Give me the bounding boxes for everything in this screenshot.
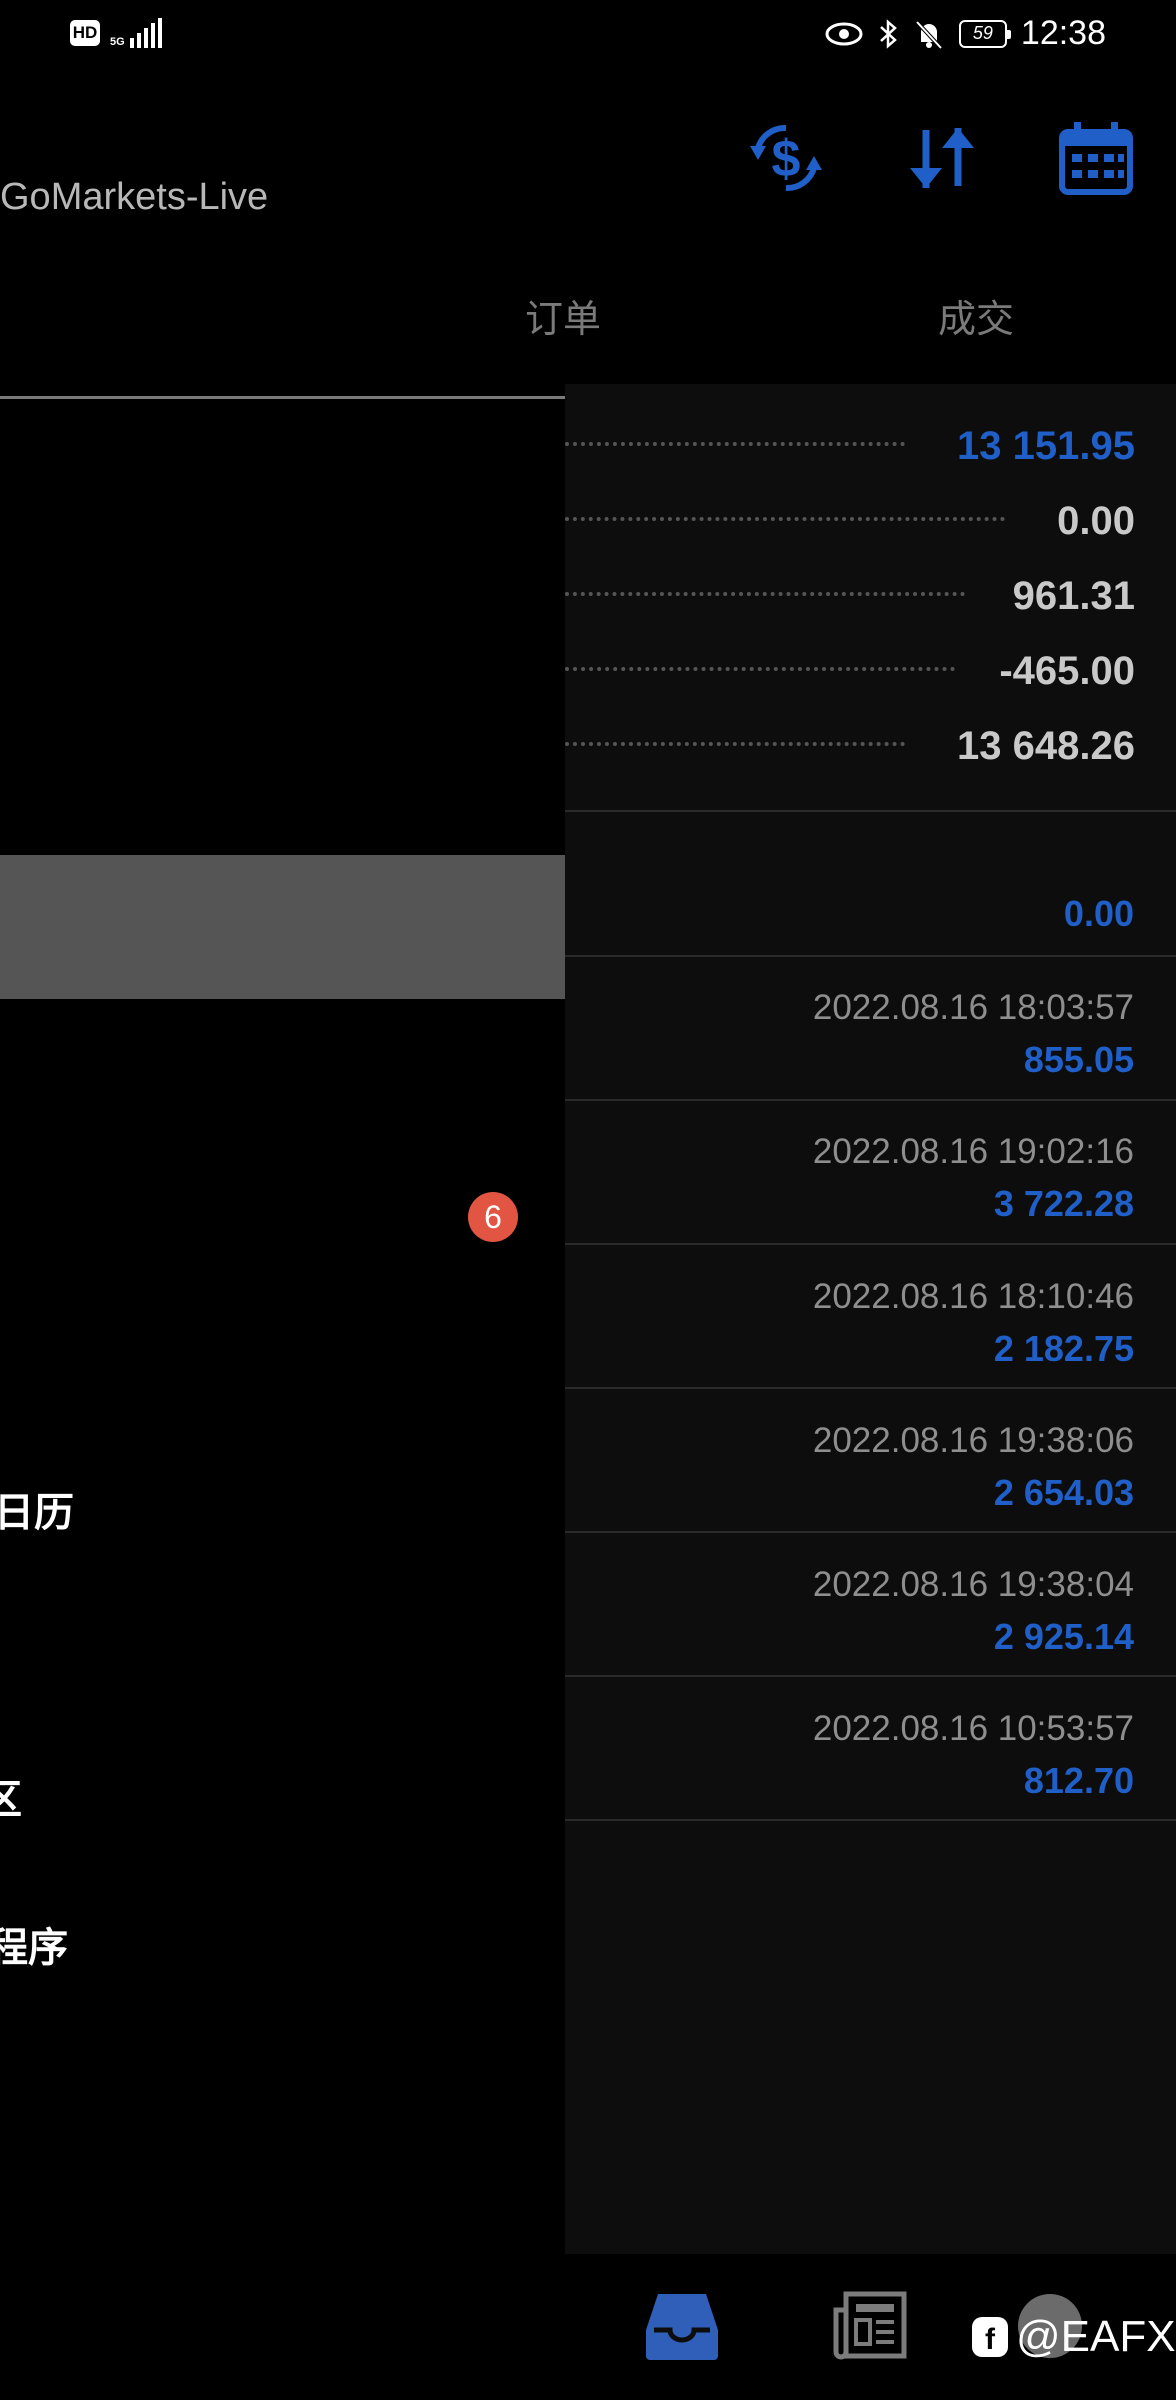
hd-indicator: HD — [70, 20, 100, 46]
douyin-logo-icon: f — [972, 2317, 1008, 2357]
sort-icon[interactable] — [902, 118, 982, 198]
calendar-icon[interactable] — [1056, 118, 1136, 198]
inbox-icon[interactable] — [644, 2290, 720, 2362]
signal-icon: 5G — [110, 18, 162, 48]
drawer-item-calendar[interactable]: 日历 — [0, 1480, 74, 1538]
clock: 12:38 — [1020, 14, 1106, 52]
deal-amount: 812.70 — [1023, 1760, 1134, 1801]
drawer-divider — [0, 396, 565, 399]
balance-value: 0.00 — [1063, 893, 1134, 934]
svg-text:f: f — [985, 2323, 996, 2356]
watermark: f @EAFX — [970, 2294, 1176, 2362]
status-bar-right: 59 12:38 — [825, 14, 1106, 53]
account-title: GoMarkets-Live — [0, 176, 269, 218]
summary-row: -465.00 — [565, 649, 1135, 699]
drawer-item-selected[interactable] — [0, 855, 565, 999]
tab-deals[interactable]: 成交 — [938, 288, 1014, 343]
summary-row: 961.31 — [565, 574, 1135, 624]
status-bar-left: HD 5G — [70, 18, 162, 48]
deal-amount: 855.05 — [1023, 1039, 1134, 1080]
mute-bell-icon — [915, 20, 943, 49]
drawer-item-community[interactable]: 区 — [0, 1767, 22, 1825]
deal-amount: 3 722.28 — [993, 1183, 1134, 1224]
deal-date: 2022.08.16 19:02:16 — [812, 1132, 1134, 1171]
bluetooth-icon — [880, 18, 897, 49]
currency-exchange-icon[interactable]: $ — [746, 118, 826, 198]
news-icon[interactable] — [832, 2290, 908, 2362]
eye-icon — [825, 22, 863, 45]
deal-date: 2022.08.16 18:10:46 — [812, 1277, 1134, 1316]
deal-date: 2022.08.16 18:03:57 — [812, 988, 1134, 1027]
deal-date: 2022.08.16 19:38:04 — [812, 1565, 1134, 1604]
deal-amount: 2 654.03 — [993, 1472, 1134, 1513]
summary-row: 0.00 — [565, 499, 1135, 549]
deal-date: 2022.08.16 19:38:06 — [812, 1421, 1134, 1460]
deal-date: 2022.08.16 10:53:57 — [812, 1709, 1134, 1748]
svg-text:$: $ — [772, 130, 801, 188]
tab-orders[interactable]: 订单 — [525, 288, 601, 343]
notification-badge: 6 — [468, 1192, 518, 1242]
drawer-item-apps[interactable]: 程序 — [0, 1915, 68, 1973]
deal-amount: 2 925.14 — [993, 1616, 1134, 1657]
battery-icon: 59 — [958, 19, 1011, 48]
summary-row: 13 648.26 — [565, 724, 1135, 774]
deal-amount: 2 182.75 — [993, 1328, 1134, 1369]
summary-row: 13 151.95 — [565, 424, 1135, 474]
